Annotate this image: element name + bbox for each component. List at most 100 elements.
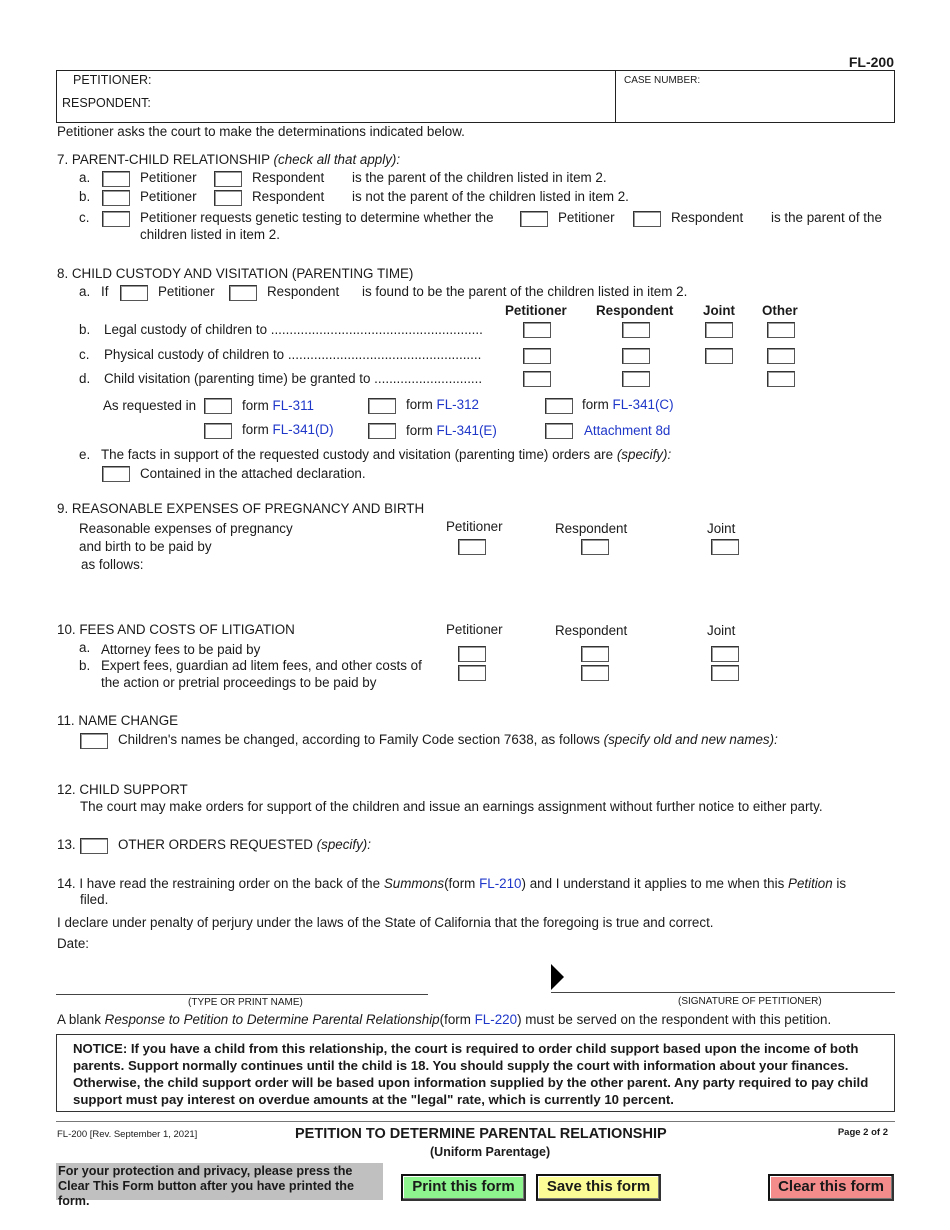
item7c-letter: c. [79,210,90,225]
case-number-field[interactable] [620,90,890,118]
item8d-respondent-checkbox[interactable] [622,371,650,387]
item8d-letter: d. [79,371,91,386]
item11-text: Children's names be changed, according t… [118,732,778,747]
item12-text: The court may make orders for support of… [80,799,823,814]
item7c-petitioner-checkbox[interactable] [520,211,548,227]
form-fl341c-checkbox[interactable] [545,398,573,414]
respondent-field[interactable] [160,95,610,113]
print-name-line [56,994,428,995]
item8e-text-main: The facts in support of the requested cu… [101,447,614,462]
item8c-other-checkbox[interactable] [767,348,795,364]
item7b-petitioner-checkbox[interactable] [102,190,130,206]
case-number-label: CASE NUMBER: [624,75,701,86]
form-word: form [242,398,269,413]
item8b-respondent-checkbox[interactable] [622,322,650,338]
item8c-petitioner-checkbox[interactable] [523,348,551,364]
item8a-petitioner-checkbox[interactable] [120,285,148,301]
item8d-petitioner-checkbox[interactable] [523,371,551,387]
item8e-declaration-label: Contained in the attached declaration. [140,466,366,481]
item10b-joint-checkbox[interactable] [711,665,739,681]
item9-joint-checkbox[interactable] [711,539,739,555]
fl341c-link[interactable]: FL-341(C) [613,397,674,412]
item8b-petitioner-checkbox[interactable] [523,322,551,338]
form-word: form [242,422,269,437]
item10-col-respondent: Respondent [555,623,628,638]
item8-col-other: Other [762,303,798,318]
item11-name-change-checkbox[interactable] [80,733,108,749]
form-fl312-label: form FL-312 [406,397,479,412]
item8c-respondent-checkbox[interactable] [622,348,650,364]
petitioner-field[interactable] [160,72,610,90]
item9-respondent-checkbox[interactable] [581,539,609,555]
save-form-button[interactable]: Save this form [536,1174,661,1201]
item10a-petitioner-checkbox[interactable] [458,646,486,662]
declaration-text: I declare under penalty of perjury under… [57,915,714,930]
item14-line2: filed. [80,892,109,907]
form-fl341e-checkbox[interactable] [368,423,396,439]
item10-title: 10. FEES AND COSTS OF LITIGATION [57,622,295,637]
print-form-button[interactable]: Print this form [401,1174,526,1201]
attachment-8d-checkbox[interactable] [545,423,573,439]
item8e-text: The facts in support of the requested cu… [101,447,671,462]
signature-line [551,992,895,993]
item8-col-petitioner: Petitioner [505,303,567,318]
item10a-joint-checkbox[interactable] [711,646,739,662]
fl312-link[interactable]: FL-312 [437,397,479,412]
item9-line1: Reasonable expenses of pregnancy [79,521,293,536]
item8c-text: Physical custody of children to ........… [104,347,482,362]
item7a-petitioner-checkbox[interactable] [102,171,130,187]
item11-title: 11. NAME CHANGE [57,713,179,728]
item13-text: OTHER ORDERS REQUESTED (specify): [118,837,371,852]
item13-text-italic: (specify): [316,837,371,852]
item7c-genetic-testing-checkbox[interactable] [102,211,130,227]
item8a-respondent-checkbox[interactable] [229,285,257,301]
item13-other-orders-checkbox[interactable] [80,838,108,854]
item8c-joint-checkbox[interactable] [705,348,733,364]
response-part2: (form [439,1012,471,1027]
item7a-respondent-checkbox[interactable] [214,171,242,187]
item9-petitioner-checkbox[interactable] [458,539,486,555]
item13-text-main: OTHER ORDERS REQUESTED [118,837,313,852]
item9-as-follows-field[interactable] [160,555,890,605]
item8b-joint-checkbox[interactable] [705,322,733,338]
item10a-respondent-checkbox[interactable] [581,646,609,662]
print-name-field[interactable] [56,974,428,994]
form-fl341d-checkbox[interactable] [204,423,232,439]
fl220-link[interactable]: FL-220 [475,1012,517,1027]
fl210-link[interactable]: FL-210 [479,876,521,891]
form-word: form [582,397,609,412]
item8e-declaration-checkbox[interactable] [102,466,130,482]
item7c-respondent-checkbox[interactable] [633,211,661,227]
item10b-respondent-checkbox[interactable] [581,665,609,681]
fl341d-link[interactable]: FL-341(D) [273,422,334,437]
attachment-8d-link[interactable]: Attachment 8d [584,423,670,438]
item14-petition: Petition [788,876,833,891]
item8c-letter: c. [79,347,90,362]
item7b-respondent-checkbox[interactable] [214,190,242,206]
clear-form-button[interactable]: Clear this form [768,1174,894,1201]
item14-part4: is [836,876,847,891]
form-fl311-checkbox[interactable] [204,398,232,414]
item7-title-italic: (check all that apply): [273,152,401,167]
footer-revision: FL-200 [Rev. September 1, 2021] [57,1129,198,1140]
petitioner-label: PETITIONER: [73,73,152,87]
item7c-petitioner-label: Petitioner [558,210,615,225]
form-fl341c-label: form FL-341(C) [582,397,674,412]
item8b-other-checkbox[interactable] [767,322,795,338]
fl311-link[interactable]: FL-311 [273,398,314,413]
form-fl311-label: form FL-311 [242,398,314,413]
item10b-petitioner-checkbox[interactable] [458,665,486,681]
item14-part3: ) and I understand it applies to me when… [521,876,785,891]
item7b-petitioner-label: Petitioner [140,189,197,204]
item7-title: 7. PARENT-CHILD RELATIONSHIP (check all … [57,152,400,167]
item7a-respondent-label: Respondent [252,170,325,185]
caption-divider [615,71,616,122]
intro-text: Petitioner asks the court to make the de… [57,124,465,139]
response-part3: ) must be served on the respondent with … [517,1012,832,1027]
item9-title: 9. REASONABLE EXPENSES OF PREGNANCY AND … [57,501,425,516]
item8d-other-checkbox[interactable] [767,371,795,387]
fl341e-link[interactable]: FL-341(E) [437,423,497,438]
date-field[interactable] [95,934,345,952]
item10b-text1: Expert fees, guardian ad litem fees, and… [101,658,422,673]
form-fl312-checkbox[interactable] [368,398,396,414]
